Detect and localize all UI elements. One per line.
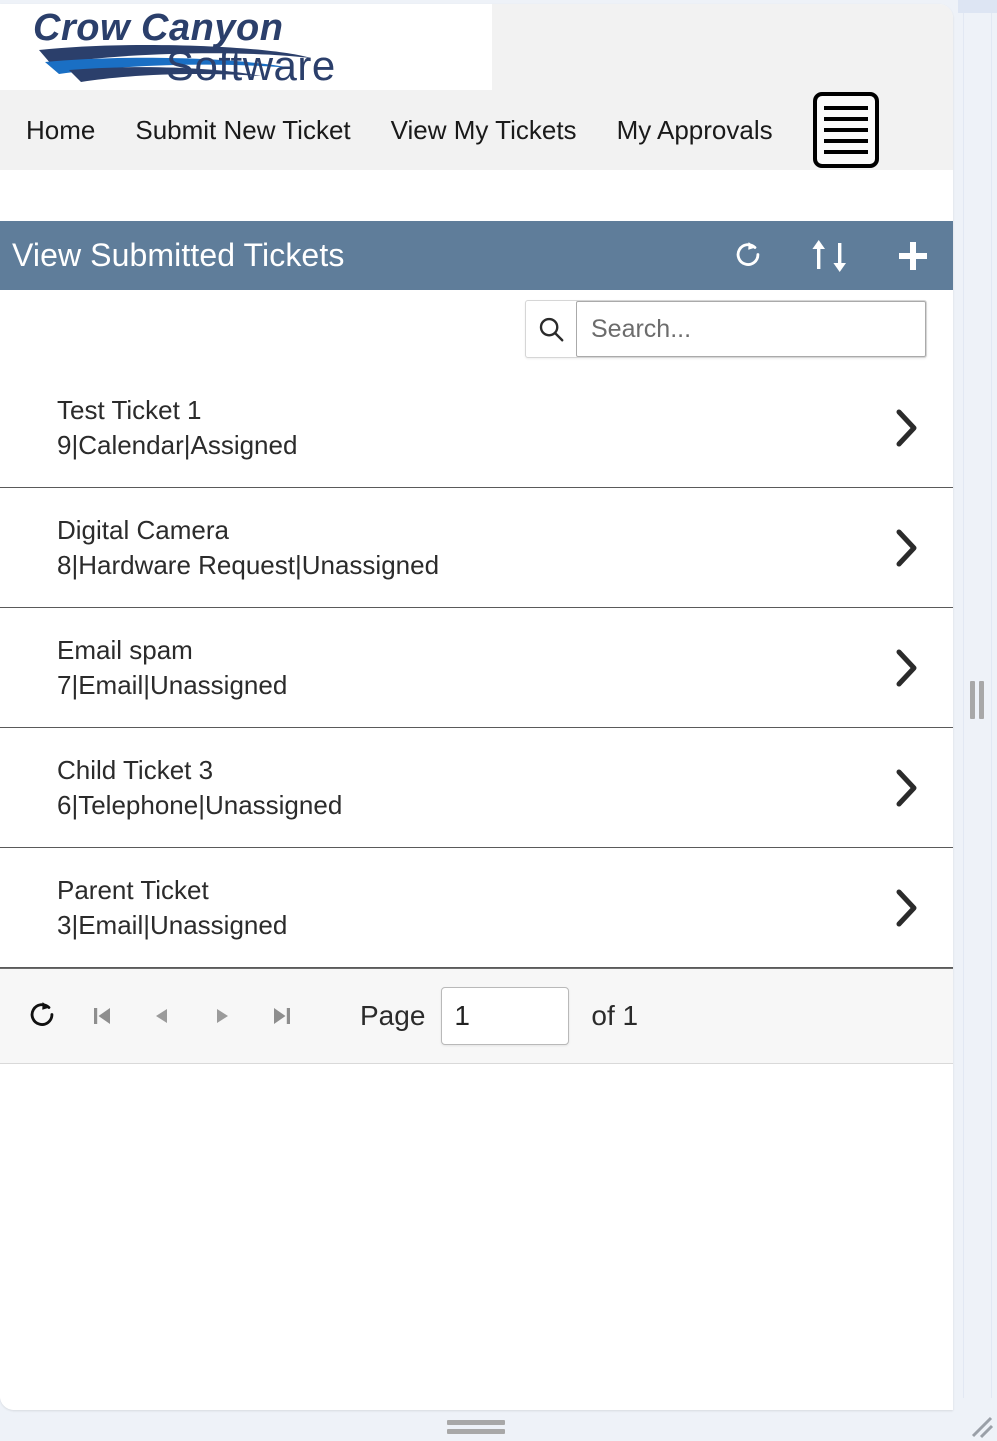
ticket-meta: 9|Calendar|Assigned bbox=[57, 429, 298, 460]
first-page-icon[interactable] bbox=[72, 986, 132, 1046]
resize-grip-icon[interactable] bbox=[968, 1413, 994, 1439]
main-navigation: Home Submit New Ticket View My Tickets M… bbox=[0, 90, 953, 170]
ticket-title: Child Ticket 3 bbox=[57, 754, 214, 785]
ticket-title: Email spam bbox=[57, 634, 193, 665]
vertical-splitter-handle[interactable] bbox=[965, 680, 989, 720]
search-box bbox=[525, 300, 927, 358]
hamburger-icon[interactable] bbox=[812, 92, 879, 168]
content-empty-area bbox=[0, 1064, 953, 1410]
previous-page-icon[interactable] bbox=[132, 986, 192, 1046]
ticket-meta: 3|Email|Unassigned bbox=[57, 909, 288, 940]
refresh-icon[interactable] bbox=[12, 986, 72, 1046]
total-pages-label: of 1 bbox=[591, 1000, 639, 1031]
ticket-meta: 6|Telephone|Unassigned bbox=[57, 789, 343, 820]
crow-canyon-software-logo[interactable]: Crow Canyon Software bbox=[0, 4, 492, 90]
ticket-title: Parent Ticket bbox=[57, 874, 209, 905]
plus-icon[interactable] bbox=[895, 238, 931, 274]
ticket-meta: 7|Email|Unassigned bbox=[57, 669, 288, 700]
nav-item-my-approvals[interactable]: My Approvals bbox=[597, 117, 793, 143]
chevron-right-icon[interactable] bbox=[883, 765, 929, 811]
refresh-icon[interactable] bbox=[731, 239, 765, 273]
page-number-input[interactable] bbox=[441, 987, 570, 1045]
nav-item-home[interactable]: Home bbox=[6, 117, 115, 143]
chevron-right-icon[interactable] bbox=[883, 645, 929, 691]
ticket-texts: Parent Ticket 3|Email|Unassigned bbox=[57, 876, 287, 939]
search-icon[interactable] bbox=[526, 301, 576, 357]
page-title: View Submitted Tickets bbox=[12, 237, 345, 273]
table-row[interactable]: Parent Ticket 3|Email|Unassigned bbox=[0, 848, 953, 968]
page-label: Page bbox=[360, 1000, 426, 1031]
search-row bbox=[0, 290, 953, 368]
next-page-icon[interactable] bbox=[192, 986, 252, 1046]
logo-strip: Crow Canyon Software bbox=[0, 4, 953, 90]
screen: Crow Canyon Software Home Submit New Tic… bbox=[0, 0, 997, 1441]
search-input[interactable] bbox=[576, 301, 926, 357]
pagination-bar: Page of 1 bbox=[0, 968, 953, 1064]
chevron-right-icon[interactable] bbox=[883, 885, 929, 931]
ticket-texts: Test Ticket 1 9|Calendar|Assigned bbox=[57, 396, 297, 459]
sort-updown-icon[interactable] bbox=[807, 238, 853, 274]
table-row[interactable]: Child Ticket 3 6|Telephone|Unassigned bbox=[0, 728, 953, 848]
table-row[interactable]: Digital Camera 8|Hardware Request|Unassi… bbox=[0, 488, 953, 608]
app-panel: Crow Canyon Software Home Submit New Tic… bbox=[0, 4, 953, 1410]
webpart-actions bbox=[731, 238, 931, 274]
ticket-title: Digital Camera bbox=[57, 514, 229, 545]
nav-item-view-my-tickets[interactable]: View My Tickets bbox=[371, 117, 597, 143]
ticket-texts: Email spam 7|Email|Unassigned bbox=[57, 636, 287, 699]
ticket-list: Test Ticket 1 9|Calendar|Assigned Digita… bbox=[0, 368, 953, 968]
ticket-title: Test Ticket 1 bbox=[57, 394, 202, 425]
horizontal-splitter-handle[interactable] bbox=[447, 1419, 507, 1435]
logo-icon: Crow Canyon Software bbox=[33, 7, 336, 88]
nav-content-gap bbox=[0, 170, 953, 221]
last-page-icon[interactable] bbox=[252, 986, 312, 1046]
ticket-texts: Child Ticket 3 6|Telephone|Unassigned bbox=[57, 756, 342, 819]
svg-text:Software: Software bbox=[166, 42, 336, 88]
ticket-meta: 8|Hardware Request|Unassigned bbox=[57, 549, 440, 580]
chevron-right-icon[interactable] bbox=[883, 405, 929, 451]
nav-item-submit-new-ticket[interactable]: Submit New Ticket bbox=[115, 117, 370, 143]
ticket-texts: Digital Camera 8|Hardware Request|Unassi… bbox=[57, 516, 439, 579]
table-row[interactable]: Test Ticket 1 9|Calendar|Assigned bbox=[0, 368, 953, 488]
right-rail-top-band bbox=[958, 0, 997, 13]
webpart-header: View Submitted Tickets bbox=[0, 221, 953, 290]
chevron-right-icon[interactable] bbox=[883, 525, 929, 571]
table-row[interactable]: Email spam 7|Email|Unassigned bbox=[0, 608, 953, 728]
